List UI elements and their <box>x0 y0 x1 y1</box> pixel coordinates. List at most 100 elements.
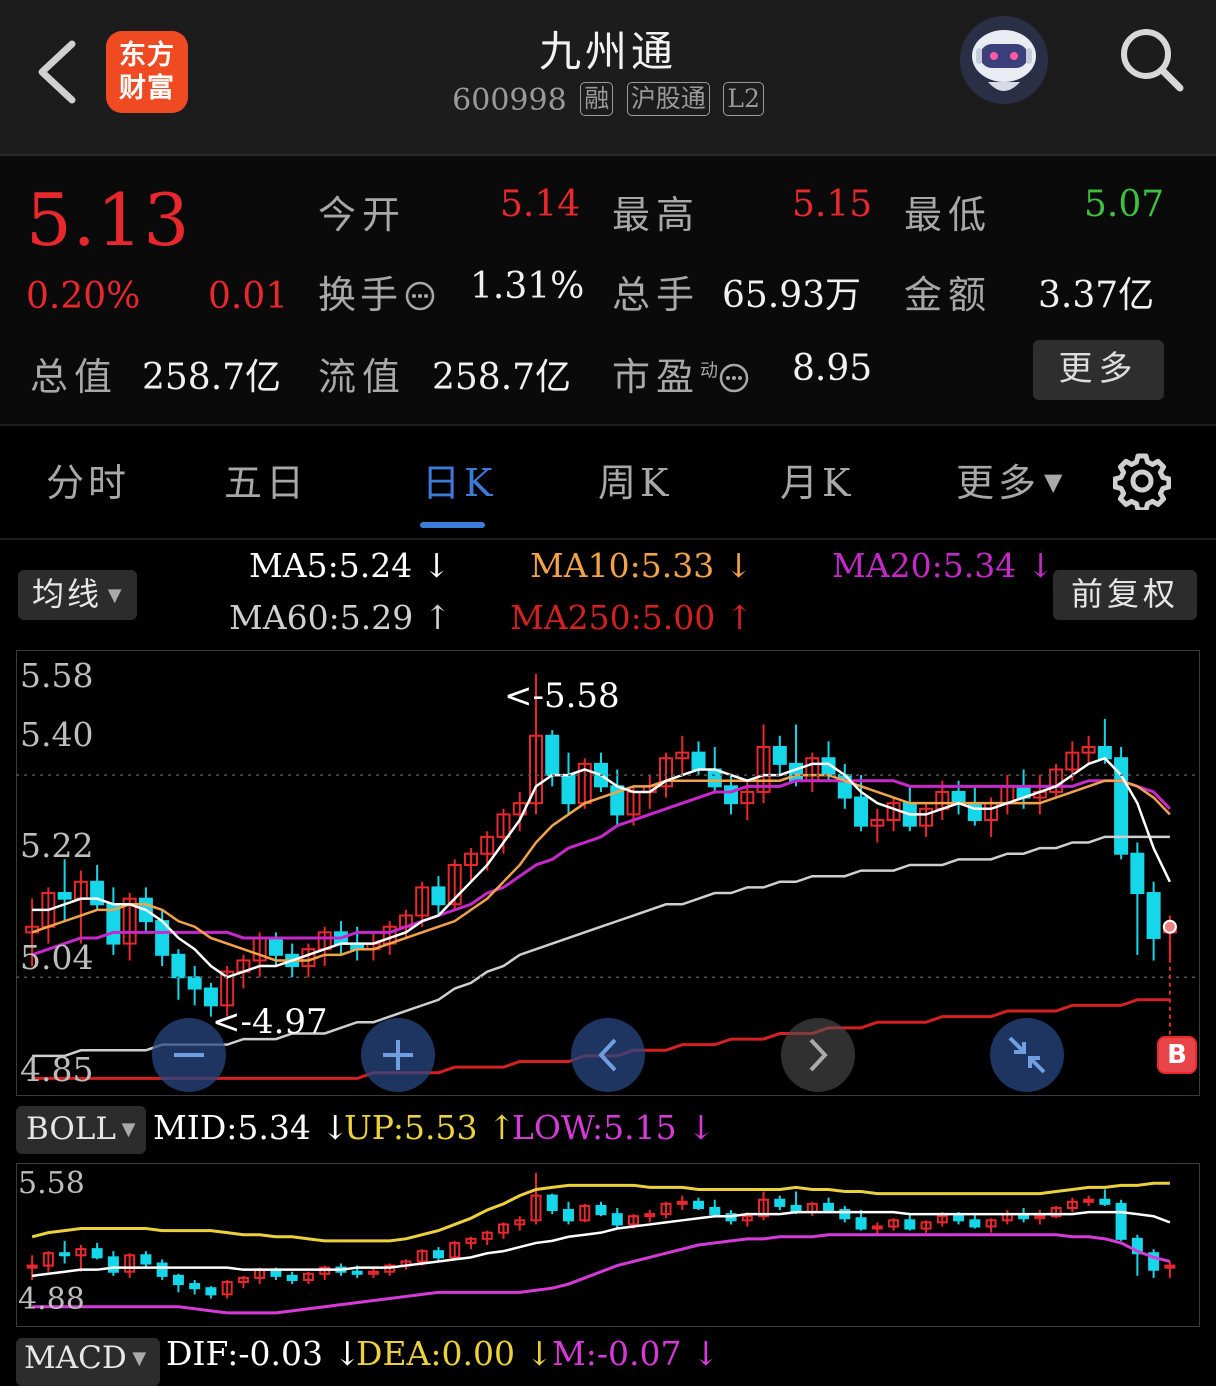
scroll-left-button[interactable] <box>571 1018 645 1092</box>
chevron-left-icon <box>598 1038 617 1072</box>
mktcap-value: 258.7亿 <box>142 357 282 398</box>
ma10-value: MA10:5.33 ↓ <box>530 546 753 585</box>
zoom-out-button[interactable] <box>152 1018 226 1092</box>
candle-body <box>1114 757 1129 855</box>
reset-zoom-button[interactable] <box>990 1018 1064 1092</box>
macd-selector-button[interactable]: MACD ▼ <box>16 1338 160 1386</box>
down-arrow-icon: ↓ <box>422 546 451 585</box>
boll-chart[interactable] <box>16 1163 1200 1327</box>
candle-body <box>91 1248 103 1259</box>
candle-body <box>789 762 804 782</box>
down-arrow-icon: ↓ <box>692 1334 720 1373</box>
chevron-right-icon <box>809 1038 828 1072</box>
ma20-value: MA20:5.34 ↓ <box>832 546 1055 585</box>
boll-mid-value: MID:5.34 ↓ <box>153 1108 350 1147</box>
active-tab-indicator <box>420 522 485 528</box>
tag-l2[interactable]: L2 <box>723 82 764 116</box>
tab-daily-k[interactable]: 日K <box>422 452 496 507</box>
up-arrow-icon: ↑ <box>423 598 452 637</box>
candle-body <box>1130 852 1145 895</box>
turnover-label[interactable]: 换手 <box>318 264 436 319</box>
buy-marker[interactable]: B <box>1157 1036 1197 1074</box>
pe-dynamic-mark: 动 <box>700 360 719 382</box>
scroll-right-button[interactable] <box>781 1018 855 1092</box>
dropdown-caret-icon: ▼ <box>115 1119 136 1140</box>
current-price: 5.13 <box>26 178 191 262</box>
candle-body <box>691 751 706 771</box>
up-arrow-icon: ↑ <box>725 598 754 637</box>
candle-body <box>172 1274 184 1286</box>
candle-body <box>823 1202 835 1212</box>
candle-body <box>286 1274 298 1281</box>
volume-value: 65.93万 <box>722 275 862 316</box>
down-arrow-icon: ↓ <box>1026 546 1055 585</box>
zoom-in-button[interactable] <box>361 1018 435 1092</box>
macd-dif-value: DIF:-0.03 ↓ <box>166 1334 362 1373</box>
candle-body <box>107 1256 119 1273</box>
float-cap-label: 流值 <box>318 355 407 399</box>
candle-body <box>205 1287 217 1296</box>
info-icon[interactable] <box>718 362 750 394</box>
stock-code: 600998 <box>452 83 567 118</box>
candle-body <box>1115 1202 1127 1240</box>
candle-body <box>1099 1198 1111 1205</box>
pe-value: 8.95 <box>792 348 873 389</box>
y-axis-label: 5.04 <box>20 938 94 977</box>
candle-body <box>951 790 966 805</box>
candle-body <box>724 785 739 805</box>
ma-selector-button[interactable]: 均线 ▼ <box>18 570 137 620</box>
candle-body <box>693 1200 705 1209</box>
candle-body <box>351 1270 363 1275</box>
min-price-marker: <-4.97 <box>212 1002 328 1042</box>
tab-weekly-k[interactable]: 周K <box>598 452 672 507</box>
last-price-dot <box>1162 919 1177 934</box>
candle-body <box>431 886 446 906</box>
y-axis-label: 5.40 <box>20 715 94 754</box>
dropdown-caret-icon: ▼ <box>126 1348 147 1369</box>
robot-assistant-icon[interactable] <box>958 14 1050 106</box>
candle-body <box>772 746 787 765</box>
boll-mid-line <box>31 1210 1171 1278</box>
candle-body <box>545 734 560 777</box>
tag-margin: 融 <box>580 82 614 116</box>
candle-body <box>709 1206 721 1216</box>
boll-low-line <box>32 1233 1171 1315</box>
candle-body <box>171 953 186 979</box>
tab-more[interactable]: 更多 ▼ <box>956 452 1066 507</box>
search-icon[interactable] <box>1116 24 1186 94</box>
macd-dea-value: DEA:0.00 ↓ <box>356 1334 554 1373</box>
more-quote-button[interactable]: 更多 <box>1033 340 1164 400</box>
candle-body <box>59 1252 71 1257</box>
plus-icon <box>383 1040 413 1070</box>
candle-body <box>562 1209 574 1222</box>
tag-connect: 沪股通 <box>626 82 710 116</box>
ma250-value: MA250:5.00 ↑ <box>510 598 754 637</box>
dropdown-caret-icon: ▼ <box>1044 468 1067 496</box>
low-value: 5.07 <box>1084 184 1165 225</box>
down-arrow-icon: ↓ <box>525 1334 554 1373</box>
down-arrow-icon: ↓ <box>687 1108 715 1147</box>
boll-up-value: UP:5.53 ↑ <box>344 1108 516 1147</box>
gear-icon[interactable] <box>1113 452 1171 510</box>
candle-body <box>1097 746 1112 760</box>
y-axis-label: 5.58 <box>20 656 94 695</box>
boll-y-axis-label: 4.88 <box>18 1282 85 1317</box>
boll-selector-button[interactable]: BOLL ▼ <box>16 1106 146 1154</box>
pe-label[interactable]: 市盈动 <box>612 346 750 401</box>
info-icon[interactable] <box>404 280 436 312</box>
volume-label: 总手 <box>612 273 701 317</box>
mktcap-label: 总值 <box>30 355 119 399</box>
candle-body <box>611 1213 623 1226</box>
candle-body <box>432 1250 444 1259</box>
candle-body <box>1146 892 1161 939</box>
candle-body <box>268 936 283 956</box>
candle-body <box>855 1217 867 1230</box>
tab-intraday[interactable]: 分时 <box>46 452 130 507</box>
candle-body <box>953 1215 965 1222</box>
turnover-value: 1.31% <box>470 266 585 307</box>
macd-m-value: M:-0.07 ↓ <box>552 1334 720 1373</box>
tab-five-day[interactable]: 五日 <box>224 452 308 507</box>
tab-monthly-k[interactable]: 月K <box>780 452 854 507</box>
max-price-marker: <-5.58 <box>504 676 620 716</box>
adjustment-button[interactable]: 前复权 <box>1053 570 1197 620</box>
